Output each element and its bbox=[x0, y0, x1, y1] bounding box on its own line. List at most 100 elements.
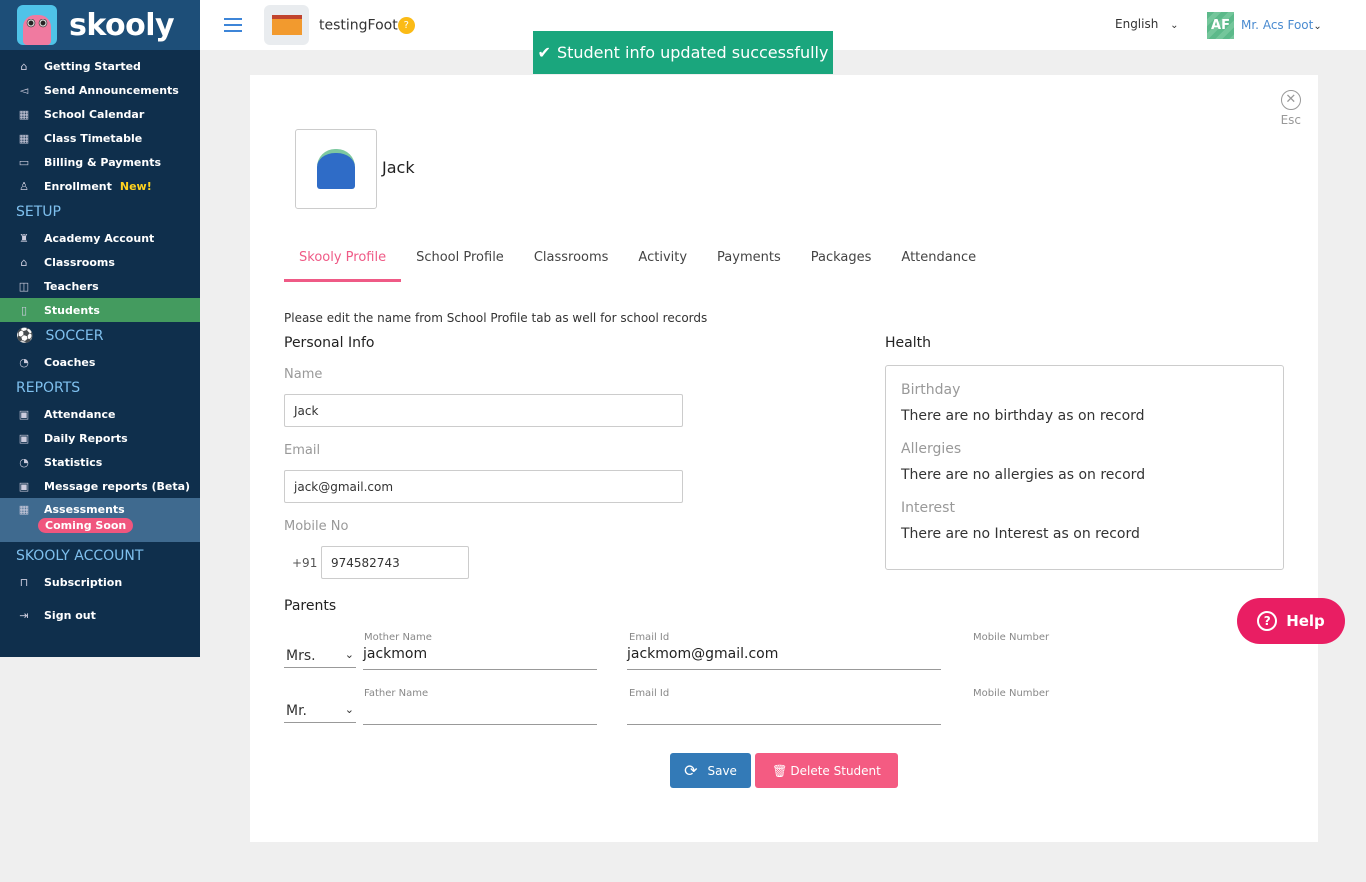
teacher-icon: ◫ bbox=[18, 279, 30, 293]
user-menu[interactable]: Mr. Acs Foot⌄ bbox=[1241, 18, 1322, 32]
brand-name: skooly bbox=[69, 7, 175, 43]
mother-name-input[interactable]: jackmom bbox=[363, 646, 597, 670]
label: Attendance bbox=[44, 407, 116, 421]
calendar-icon: ▦ bbox=[18, 107, 30, 121]
label: Getting Started bbox=[44, 59, 141, 73]
email-label: Email bbox=[284, 443, 321, 458]
user-name: Mr. Acs Foot bbox=[1241, 18, 1314, 32]
label: Teachers bbox=[44, 279, 99, 293]
student-profile-card: ✕ Esc Jack Skooly Profile School Profile … bbox=[250, 75, 1318, 842]
label: Sign out bbox=[44, 608, 96, 622]
sidebar-item-statistics[interactable]: ◔ Statistics bbox=[0, 450, 200, 474]
sidebar-item-teachers[interactable]: ◫ Teachers bbox=[0, 274, 200, 298]
sidebar-item-sign-out[interactable]: ⇥ Sign out bbox=[0, 603, 200, 627]
whistle-icon: ◔ bbox=[19, 355, 29, 369]
sidebar-item-daily-reports[interactable]: ▣ Daily Reports bbox=[0, 426, 200, 450]
edit-note: Please edit the name from School Profile… bbox=[284, 311, 708, 325]
sidebar-item-school-calendar[interactable]: ▦ School Calendar bbox=[0, 102, 200, 126]
name-label: Name bbox=[284, 367, 323, 382]
chevron-down-icon: ⌄ bbox=[1313, 21, 1322, 32]
success-toast: ✔ Student info updated successfully bbox=[533, 31, 833, 74]
label: Assessments bbox=[44, 503, 125, 516]
label: Classrooms bbox=[44, 255, 115, 269]
interest-label: Interest bbox=[901, 500, 955, 516]
language-select[interactable]: English ⌄ bbox=[1115, 17, 1179, 31]
menu-icon[interactable] bbox=[224, 18, 242, 32]
label: School Calendar bbox=[44, 107, 145, 121]
personal-info-title: Personal Info bbox=[284, 335, 375, 351]
mother-salutation-select[interactable]: Mrs. ⌄ bbox=[284, 648, 356, 668]
delete-student-button[interactable]: 🗑 Delete Student bbox=[755, 753, 898, 788]
parents-title: Parents bbox=[284, 598, 337, 614]
health-title: Health bbox=[885, 335, 931, 351]
sidebar-item-enrollment[interactable]: ♙ Enrollment New! bbox=[0, 174, 200, 198]
profile-tabs: Skooly Profile School Profile Classrooms… bbox=[284, 247, 991, 282]
home-icon: ⌂ bbox=[20, 59, 28, 73]
language-label: English bbox=[1115, 17, 1159, 31]
mother-name-label: Mother Name bbox=[364, 632, 432, 643]
card-icon: ▭ bbox=[18, 155, 30, 169]
tab-skooly-profile[interactable]: Skooly Profile bbox=[284, 247, 402, 282]
email-input[interactable]: jack@gmail.com bbox=[284, 470, 683, 503]
sign-out-icon: ⇥ bbox=[19, 608, 29, 622]
label: Message reports (Beta) bbox=[44, 479, 191, 493]
country-code: +91 bbox=[292, 556, 318, 570]
birthday-value: There are no birthday as on record bbox=[901, 408, 1145, 424]
question-icon: ? bbox=[1257, 611, 1278, 631]
pie-chart-icon: ◔ bbox=[19, 455, 29, 469]
tab-attendance[interactable]: Attendance bbox=[886, 247, 991, 282]
father-email-label: Email Id bbox=[629, 688, 670, 699]
sidebar-item-subscription[interactable]: ⊓ Subscription bbox=[0, 570, 200, 594]
school-logo-icon bbox=[264, 5, 309, 45]
label: Statistics bbox=[44, 455, 103, 469]
sidebar-item-getting-started[interactable]: ⌂ Getting Started bbox=[0, 54, 200, 78]
sidebar-item-academy-account[interactable]: ♜ Academy Account bbox=[0, 226, 200, 250]
help-button[interactable]: ? Help bbox=[1237, 598, 1345, 644]
close-button[interactable]: ✕ Esc bbox=[1281, 90, 1301, 127]
sidebar-item-assessments[interactable]: ▦ Assessments Coming Soon bbox=[0, 498, 200, 542]
esc-label: Esc bbox=[1280, 113, 1301, 127]
sidebar-item-billing[interactable]: ▭ Billing & Payments bbox=[0, 150, 200, 174]
building-icon: ♜ bbox=[19, 231, 29, 245]
logo[interactable]: skooly bbox=[0, 0, 200, 50]
name-input[interactable]: Jack bbox=[284, 394, 683, 427]
refresh-icon: ⟳ bbox=[684, 761, 698, 780]
label: Billing & Payments bbox=[44, 155, 162, 169]
tab-school-profile[interactable]: School Profile bbox=[401, 247, 519, 282]
calendar-icon: ▦ bbox=[18, 131, 30, 145]
sidebar-item-message-reports[interactable]: ▣ Message reports (Beta) bbox=[0, 474, 200, 498]
label: SOCCER bbox=[45, 328, 104, 344]
student-photo[interactable] bbox=[295, 129, 377, 209]
tab-classrooms[interactable]: Classrooms bbox=[519, 247, 624, 282]
sidebar-item-class-timetable[interactable]: ▦ Class Timetable bbox=[0, 126, 200, 150]
close-icon: ✕ bbox=[1280, 90, 1301, 110]
mobile-input[interactable]: 974582743 bbox=[321, 546, 469, 579]
father-email-input[interactable] bbox=[627, 701, 941, 725]
sidebar-item-send-announcements[interactable]: ◅ Send Announcements bbox=[0, 78, 200, 102]
sidebar-item-students[interactable]: ▯ Students bbox=[0, 298, 200, 322]
save-button[interactable]: ⟳ Save bbox=[670, 753, 751, 788]
avatar[interactable]: AF bbox=[1207, 12, 1234, 39]
mother-email-label: Email Id bbox=[629, 632, 670, 643]
label: Send Announcements bbox=[44, 83, 179, 97]
label: Enrollment bbox=[44, 179, 112, 193]
chevron-down-icon: ⌄ bbox=[344, 648, 354, 661]
tab-activity[interactable]: Activity bbox=[623, 247, 702, 282]
backpack-icon bbox=[310, 149, 362, 189]
sidebar-item-coaches[interactable]: ◔ Coaches bbox=[0, 350, 200, 374]
chevron-down-icon: ⌄ bbox=[344, 703, 354, 716]
mother-email-input[interactable]: jackmom@gmail.com bbox=[627, 646, 941, 670]
tab-payments[interactable]: Payments bbox=[702, 247, 796, 282]
help-badge-icon[interactable]: ? bbox=[397, 17, 415, 34]
tab-packages[interactable]: Packages bbox=[796, 247, 887, 282]
allergies-value: There are no allergies as on record bbox=[901, 467, 1146, 483]
soccer-ball-icon: ⚽ bbox=[16, 328, 34, 344]
father-salutation-select[interactable]: Mr. ⌄ bbox=[284, 703, 356, 723]
label: Academy Account bbox=[44, 231, 155, 245]
salutation-value: Mrs. bbox=[286, 648, 316, 664]
toast-message: Student info updated successfully bbox=[556, 43, 829, 62]
sidebar-item-classrooms[interactable]: ⌂ Classrooms bbox=[0, 250, 200, 274]
school-name[interactable]: testingFoot? bbox=[319, 17, 415, 34]
father-name-input[interactable] bbox=[363, 701, 597, 725]
sidebar-item-attendance[interactable]: ▣ Attendance bbox=[0, 402, 200, 426]
